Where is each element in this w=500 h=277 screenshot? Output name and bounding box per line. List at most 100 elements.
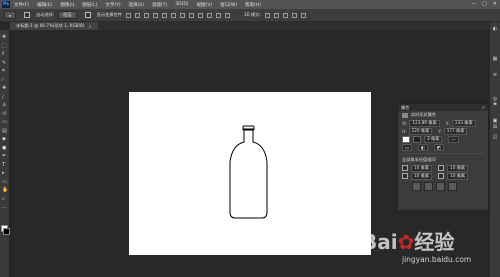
radius-top-left-field[interactable]: 10 像素 <box>411 164 433 172</box>
photoshop-logo: Ps <box>2 1 10 8</box>
dock-panel-icon[interactable]: ≡ <box>492 72 498 78</box>
stroke-corners-dropdown[interactable]: ◩ <box>433 143 444 151</box>
marquee-tool-icon[interactable]: ⬚ <box>2 43 7 48</box>
menu-type[interactable]: 文字(Y) <box>105 2 120 8</box>
move-tool-icon[interactable]: ✥ <box>2 34 7 40</box>
document-tabs: 未标题-1 @ 66.7%(形状 1, RGB/8) × <box>10 22 490 30</box>
blur-tool-icon[interactable]: ◆ <box>2 136 7 142</box>
bottle-outline <box>229 128 268 219</box>
close-icon[interactable]: ✕ <box>493 1 497 7</box>
auto-select-checkbox[interactable] <box>24 12 31 18</box>
menu-select[interactable]: 选择(S) <box>129 2 144 8</box>
dock-panel-icon[interactable]: ◫ <box>492 134 498 140</box>
tab-document[interactable]: 未标题-1 @ 66.7%(形状 1, RGB/8) × <box>10 22 99 30</box>
zoom-tool-glyph: ⌕ <box>2 195 5 202</box>
type-tool-glyph: T <box>2 161 6 168</box>
shape-tool-icon[interactable]: ▭ <box>2 179 7 184</box>
stroke-type-dropdown[interactable]: — <box>448 135 459 143</box>
align-right-icon[interactable] <box>170 12 176 18</box>
path-select-tool-icon[interactable]: ▸ <box>2 170 7 176</box>
type-tool-icon[interactable]: T <box>2 162 7 167</box>
dock-panel-icon[interactable]: ⊞ <box>492 124 498 130</box>
stroke-align-dropdown[interactable]: ▭ <box>402 143 412 151</box>
align-center-icon[interactable] <box>161 12 167 18</box>
w-label: W: <box>402 120 408 126</box>
quick-select-tool-icon[interactable]: ✎ <box>2 60 7 65</box>
dock-panel-icon[interactable]: ⚑ <box>492 102 498 108</box>
3d-pan-icon[interactable] <box>282 12 288 18</box>
x-field[interactable]: 233 像素 <box>451 119 476 127</box>
dodge-tool-icon[interactable]: ● <box>2 145 7 150</box>
clone-stamp-tool-glyph: ♙ <box>2 102 7 108</box>
dock-panel-icon[interactable]: ◐ <box>492 26 498 32</box>
menu-file[interactable]: 文件(F) <box>14 2 29 8</box>
history-brush-tool-icon[interactable]: ↺ <box>2 111 7 116</box>
height-field[interactable]: 220 像素 <box>408 127 433 135</box>
minimize-icon[interactable]: — <box>471 1 476 7</box>
panel-menu-icon[interactable]: ≡ <box>481 105 485 110</box>
radius-bottom-left-field[interactable]: 10 像素 <box>411 172 433 180</box>
distribute-center-icon[interactable] <box>215 12 221 18</box>
width-field[interactable]: 123.89 像素 <box>409 119 440 127</box>
options-bar: ▸ 自动选择: 图层 显示变换控件 3D 模式: <box>0 9 500 22</box>
show-transform-checkbox[interactable] <box>84 12 91 18</box>
distribute-left-icon[interactable] <box>206 12 212 18</box>
menu-image[interactable]: 图像(I) <box>60 2 74 8</box>
more-tools-icon[interactable]: … <box>2 204 7 210</box>
gradient-tool-icon[interactable]: ▤ <box>2 128 7 133</box>
radius-bottom-right-field[interactable]: 10 像素 <box>447 172 469 180</box>
crop-tool-icon[interactable]: ⌗ <box>2 68 7 74</box>
distribute-bottom-icon[interactable] <box>197 12 203 18</box>
stroke-caps-dropdown[interactable]: ◧ <box>417 143 428 151</box>
zoom-tool-icon[interactable]: ⌕ <box>2 196 7 201</box>
intersect-shapes-button[interactable] <box>436 182 445 191</box>
menu-view[interactable]: 视图(V) <box>197 2 213 8</box>
exclude-shapes-button[interactable] <box>448 182 457 191</box>
eyedropper-tool-icon[interactable]: ⁄ <box>2 77 7 82</box>
maximize-icon[interactable]: □ <box>482 1 487 7</box>
bottle-shape[interactable] <box>129 92 371 255</box>
tool-preset-picker[interactable]: ▸ <box>4 11 17 19</box>
3d-slide-icon[interactable] <box>291 12 297 18</box>
properties-panel-header[interactable]: 属性 ≡ <box>398 104 488 111</box>
3d-rotate-icon[interactable] <box>264 12 270 18</box>
menu-layer[interactable]: 图层(L) <box>82 2 97 8</box>
stroke-swatch[interactable] <box>413 135 421 143</box>
subtract-shapes-button[interactable] <box>424 182 433 191</box>
dock-panel-icon[interactable]: ▦ <box>492 56 498 62</box>
align-middle-icon[interactable] <box>134 12 140 18</box>
menu-3d[interactable]: 3D(D) <box>175 2 188 7</box>
properties-subtitle: 实时形状属性 <box>411 112 437 117</box>
marquee-tool-glyph: ⬚ <box>2 42 7 49</box>
menu-window[interactable]: 窗口(W) <box>220 2 237 8</box>
combine-shapes-button[interactable] <box>412 182 421 191</box>
healing-brush-tool-icon[interactable]: ✚ <box>2 85 7 91</box>
menu-edit[interactable]: 编辑(E) <box>37 2 52 8</box>
fill-swatch[interactable] <box>402 135 410 143</box>
menu-filter[interactable]: 滤镜(T) <box>152 2 167 8</box>
lasso-tool-icon[interactable]: ℓ <box>2 51 7 57</box>
radius-top-right-field[interactable]: 10 像素 <box>447 164 469 172</box>
align-top-icon[interactable] <box>125 12 131 18</box>
stroke-width-field[interactable]: 3 像素 <box>424 135 443 143</box>
history-brush-tool-glyph: ↺ <box>2 110 7 117</box>
brush-tool-icon[interactable]: ∕ <box>2 94 7 99</box>
clone-stamp-tool-icon[interactable]: ♙ <box>2 102 7 108</box>
watermark-brand: Bai✿经验 <box>362 226 454 255</box>
document-canvas[interactable] <box>129 92 371 255</box>
auto-select-dropdown[interactable]: 图层 <box>58 11 77 19</box>
distribute-top-icon[interactable] <box>179 12 185 18</box>
align-bottom-icon[interactable] <box>143 12 149 18</box>
distribute-right-icon[interactable] <box>224 12 230 18</box>
3d-roll-icon[interactable] <box>273 12 279 18</box>
tab-close-icon[interactable]: × <box>88 24 92 29</box>
y-field[interactable]: 177 像素 <box>443 127 468 135</box>
3d-scale-icon[interactable] <box>300 12 306 18</box>
pen-tool-icon[interactable]: ✒ <box>2 153 7 159</box>
menu-help[interactable]: 帮助(H) <box>245 2 261 8</box>
distribute-middle-icon[interactable] <box>188 12 194 18</box>
eraser-tool-icon[interactable]: ▭ <box>2 119 7 125</box>
align-left-icon[interactable] <box>152 12 158 18</box>
background-color-swatch[interactable] <box>3 228 10 235</box>
hand-tool-icon[interactable]: ✋ <box>2 187 8 193</box>
